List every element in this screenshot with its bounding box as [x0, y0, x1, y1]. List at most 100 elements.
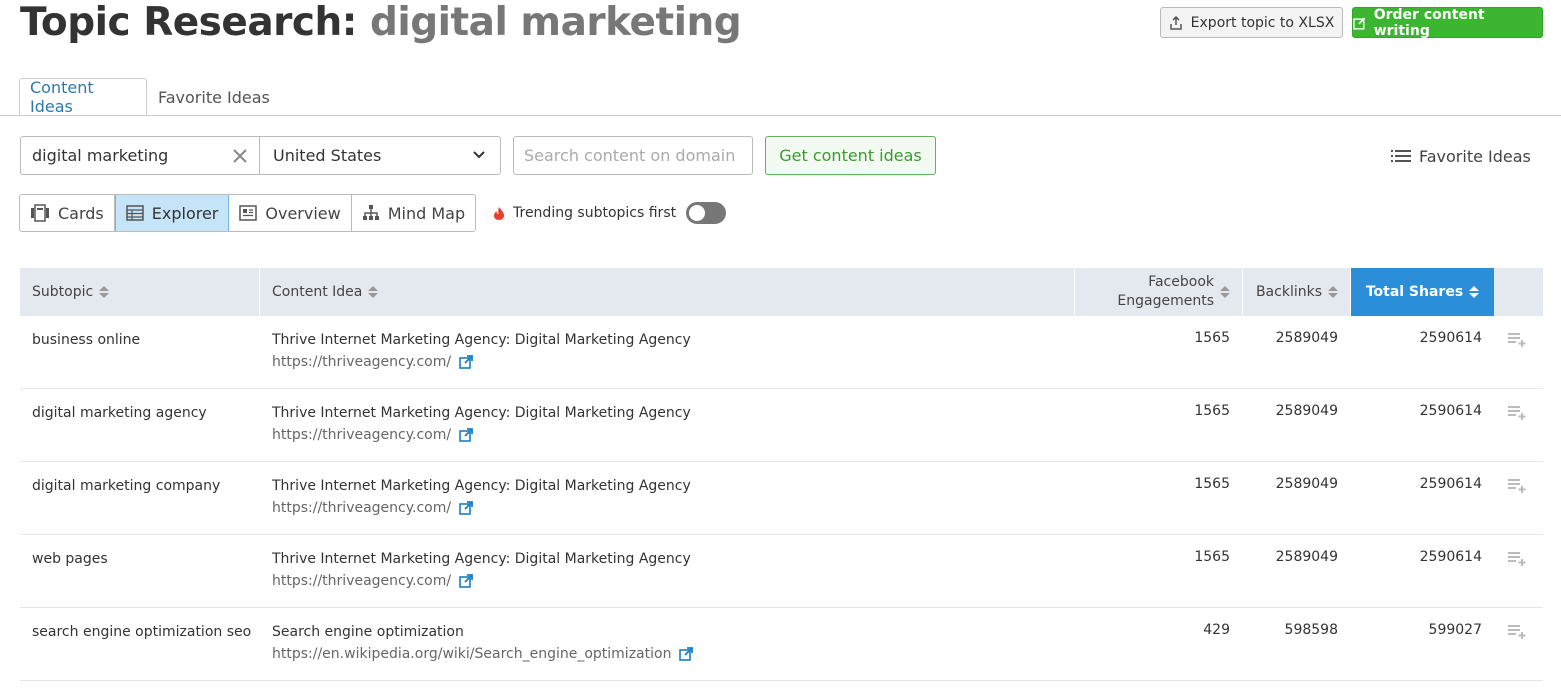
facebook-engagements-cell: 1565: [1194, 549, 1230, 565]
table-row: digital marketing agency Thrive Internet…: [20, 389, 1543, 462]
external-link-icon[interactable]: [459, 355, 474, 369]
external-link-icon[interactable]: [459, 501, 474, 515]
sort-icon: [1328, 286, 1338, 298]
get-ideas-label: Get content ideas: [779, 146, 922, 165]
view-overview-button[interactable]: Overview: [229, 195, 352, 231]
backlinks-cell: 2589049: [1275, 476, 1338, 492]
page-title-keyword: digital marketing: [369, 0, 742, 45]
add-to-favorites-icon[interactable]: [1507, 478, 1527, 494]
add-to-favorites-icon[interactable]: [1507, 624, 1527, 640]
url-text: https://thriveagency.com/: [272, 427, 452, 443]
content-idea-title: Thrive Internet Marketing Agency: Digita…: [272, 551, 691, 567]
view-cards-button[interactable]: Cards: [20, 195, 115, 231]
table-row: business online Thrive Internet Marketin…: [20, 316, 1543, 389]
table-row: web pages Thrive Internet Marketing Agen…: [20, 535, 1543, 608]
view-explorer-button[interactable]: Explorer: [114, 195, 230, 231]
country-select[interactable]: United States: [259, 136, 501, 175]
url-text: https://thriveagency.com/: [272, 500, 452, 516]
column-label: Subtopic: [32, 284, 94, 300]
overview-icon: [239, 205, 258, 221]
content-idea-url: https://thriveagency.com/: [272, 573, 474, 589]
content-idea-title: Thrive Internet Marketing Agency: Digita…: [272, 332, 691, 348]
clear-icon[interactable]: [229, 145, 251, 167]
add-to-favorites-icon[interactable]: [1507, 405, 1527, 421]
backlinks-cell: 598598: [1284, 622, 1338, 638]
backlinks-cell: 2589049: [1275, 549, 1338, 565]
column-label: Facebook Engagements: [1117, 273, 1214, 311]
url-text: https://thriveagency.com/: [272, 354, 452, 370]
total-shares-cell: 2590614: [1419, 330, 1482, 346]
external-link-icon[interactable]: [459, 428, 474, 442]
view-label: Mind Map: [387, 203, 466, 223]
content-idea-title: Search engine optimization: [272, 624, 464, 640]
table-body: business online Thrive Internet Marketin…: [20, 316, 1543, 681]
total-shares-cell: 2590614: [1419, 549, 1482, 565]
backlinks-cell: 2589049: [1275, 403, 1338, 419]
tab-label: Content Ideas: [30, 78, 94, 116]
table-icon: [126, 205, 144, 221]
table-header: Subtopic Content Idea Facebook Engagement…: [20, 268, 1543, 316]
column-label: Content Idea: [272, 284, 363, 300]
external-link-icon[interactable]: [679, 647, 694, 661]
export-xlsx-button[interactable]: Export topic to XLSX: [1160, 7, 1343, 38]
trending-label: Trending subtopics first: [513, 205, 677, 221]
content-idea-url: https://en.wikipedia.org/wiki/Search_eng…: [272, 646, 694, 662]
export-icon: [1169, 15, 1182, 30]
tab-favorite-ideas[interactable]: Favorite Ideas: [148, 78, 280, 116]
column-label-line2: Engagements: [1117, 293, 1214, 309]
column-backlinks[interactable]: Backlinks: [1243, 268, 1351, 316]
column-subtopic[interactable]: Subtopic: [20, 268, 260, 316]
column-facebook-engagements[interactable]: Facebook Engagements: [1075, 268, 1243, 316]
content-idea-url: https://thriveagency.com/: [272, 500, 474, 516]
facebook-engagements-cell: 429: [1203, 622, 1230, 638]
favorite-ideas-link[interactable]: Favorite Ideas: [1391, 145, 1531, 167]
sort-icon: [1220, 286, 1230, 298]
mindmap-icon: [362, 205, 379, 220]
content-idea-url: https://thriveagency.com/: [272, 427, 474, 443]
favorite-ideas-label: Favorite Ideas: [1419, 146, 1531, 166]
content-idea-url: https://thriveagency.com/: [272, 354, 474, 370]
fire-icon: [494, 206, 504, 220]
chevron-down-icon: [473, 151, 485, 159]
column-label: Total Shares: [1365, 284, 1464, 300]
column-label-line1: Facebook: [1148, 274, 1214, 290]
keyword-value: digital marketing: [32, 146, 169, 165]
page-title-prefix: Topic Research:: [20, 0, 357, 45]
keyword-input[interactable]: digital marketing: [20, 136, 260, 175]
sort-icon: [99, 286, 110, 298]
view-switcher: Cards Explorer Overview Mind Map: [19, 194, 477, 232]
sort-icon: [1469, 286, 1480, 298]
page-title: Topic Research: digital marketing: [20, 0, 742, 46]
external-link-icon[interactable]: [459, 574, 474, 588]
tab-content-ideas[interactable]: Content Ideas: [19, 78, 147, 116]
url-text: https://thriveagency.com/: [272, 573, 452, 589]
content-ideas-table: Subtopic Content Idea Facebook Engagement…: [20, 268, 1543, 681]
tabs-divider: [0, 115, 1561, 116]
view-mindmap-button[interactable]: Mind Map: [352, 195, 475, 231]
facebook-engagements-cell: 1565: [1194, 403, 1230, 419]
table-row: search engine optimization seo Search en…: [20, 608, 1543, 681]
order-label: Order content writing: [1373, 6, 1485, 39]
facebook-engagements-cell: 1565: [1194, 476, 1230, 492]
facebook-engagements-cell: 1565: [1194, 330, 1230, 346]
column-content-idea[interactable]: Content Idea: [260, 268, 1075, 316]
column-label: Backlinks: [1255, 284, 1322, 300]
trending-toggle-group: Trending subtopics first: [493, 202, 727, 224]
column-total-shares[interactable]: Total Shares: [1351, 268, 1494, 316]
subtopic-cell: digital marketing company: [32, 478, 221, 494]
subtopic-cell: web pages: [32, 551, 108, 567]
sort-icon: [368, 286, 379, 298]
total-shares-cell: 599027: [1428, 622, 1482, 638]
view-label: Overview: [265, 203, 341, 223]
list-icon: [1391, 150, 1411, 162]
order-content-button[interactable]: Order content writing: [1352, 6, 1543, 39]
get-content-ideas-button[interactable]: Get content ideas: [765, 136, 936, 175]
table-row: digital marketing company Thrive Interne…: [20, 462, 1543, 535]
trending-toggle[interactable]: [686, 202, 727, 224]
subtopic-cell: search engine optimization seo: [32, 624, 252, 640]
domain-search-input[interactable]: [513, 136, 753, 175]
backlinks-cell: 2589049: [1275, 330, 1338, 346]
subtopic-cell: business online: [32, 332, 141, 348]
add-to-favorites-icon[interactable]: [1507, 551, 1527, 567]
add-to-favorites-icon[interactable]: [1507, 332, 1527, 348]
